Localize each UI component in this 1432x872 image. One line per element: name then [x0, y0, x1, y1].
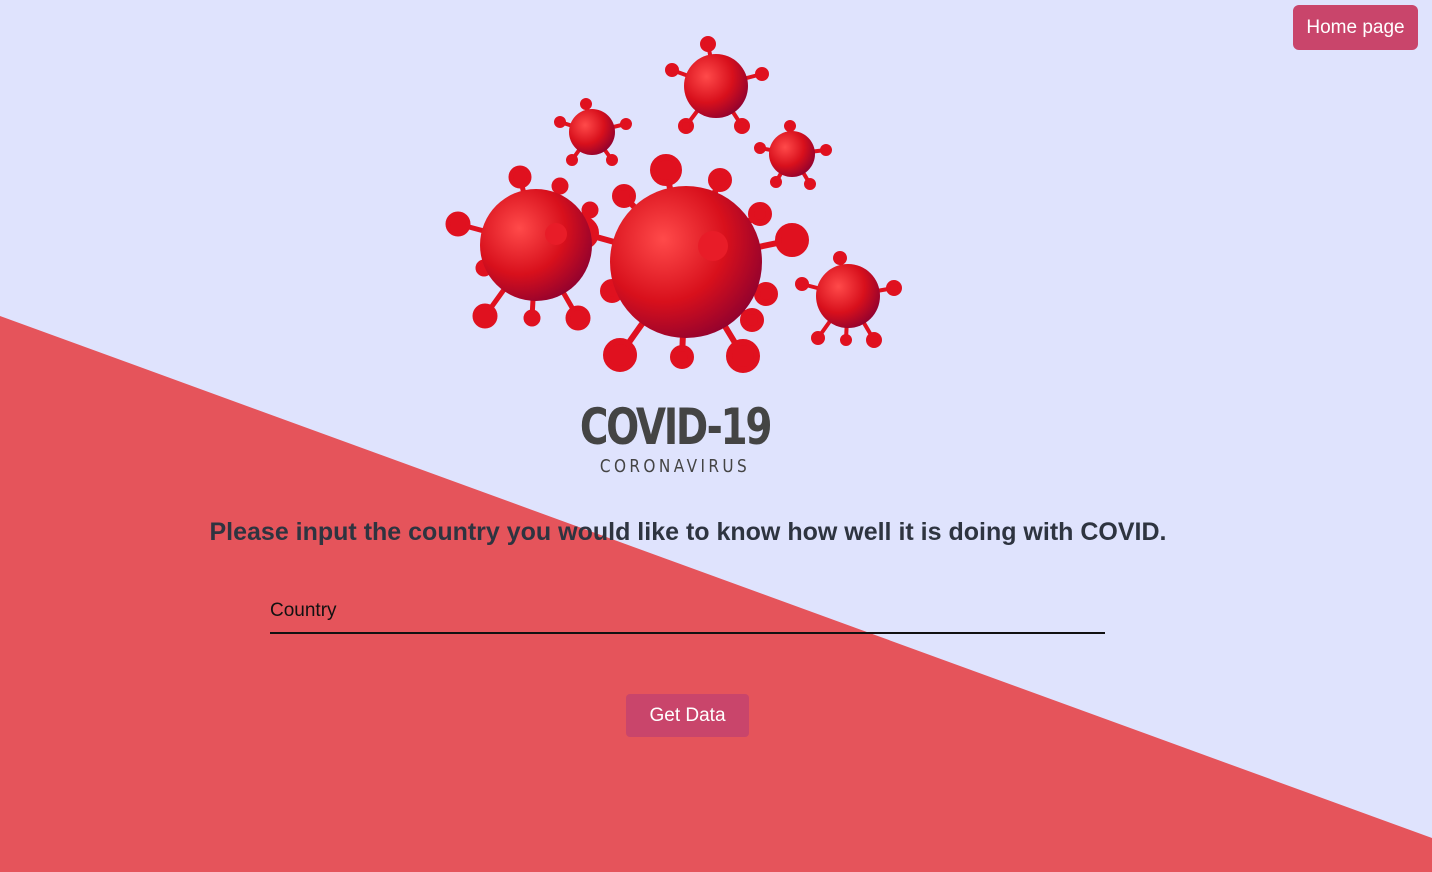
country-input[interactable] [270, 590, 1105, 634]
virus-icon [445, 36, 902, 373]
country-prompt: Please input the country you would like … [209, 518, 1167, 546]
logo-subtitle: CORONAVIRUS [599, 456, 751, 477]
get-data-button[interactable]: Get Data [626, 694, 749, 737]
logo-title: COVID-19 [579, 398, 773, 456]
covid-logo: COVID-19 CORONAVIRUS [440, 30, 910, 490]
home-page-button[interactable]: Home page [1293, 5, 1418, 50]
